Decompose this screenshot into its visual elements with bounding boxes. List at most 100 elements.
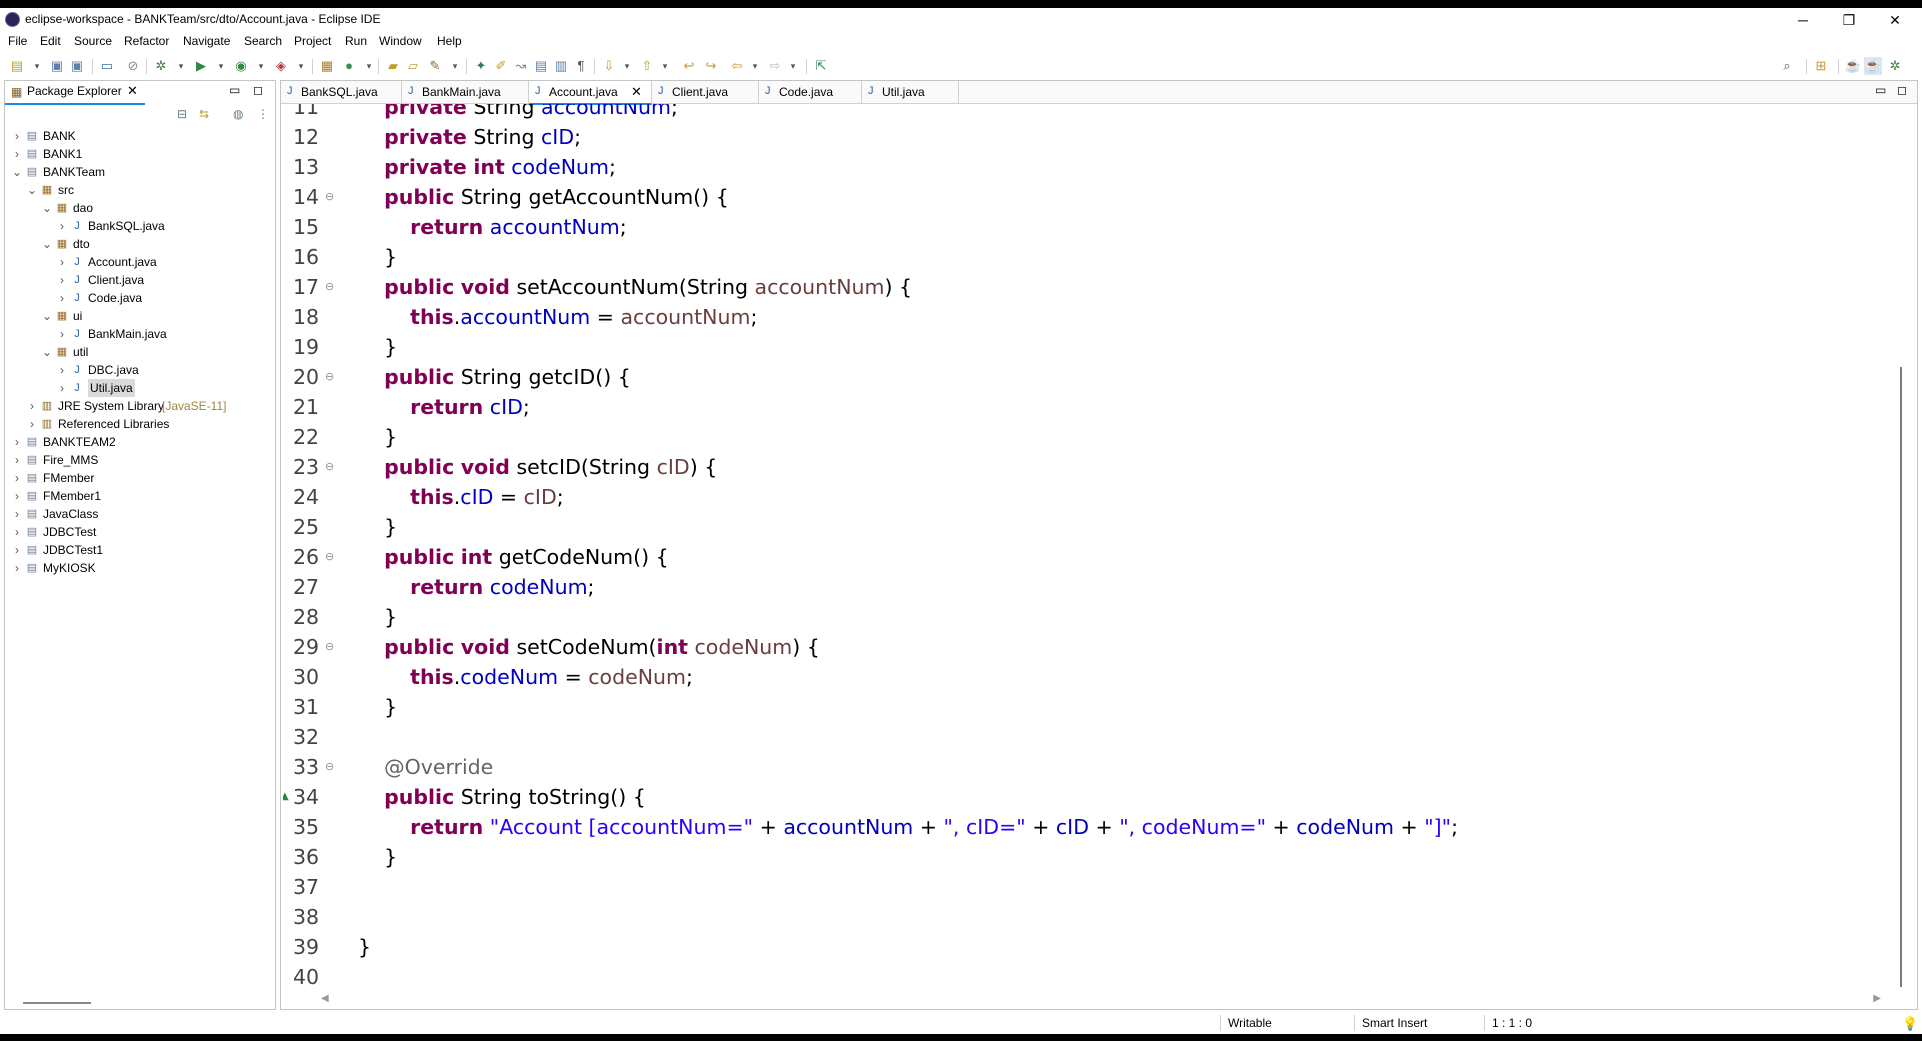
toggle-block-selection-icon[interactable]: ▤ (532, 57, 550, 75)
chevron-right-icon[interactable]: › (56, 325, 68, 343)
tree-item[interactable]: › J Util.java (5, 379, 275, 397)
chevron-down-icon[interactable]: ▾ (618, 57, 636, 75)
fold-toggle-icon[interactable]: ⊖ (325, 632, 334, 662)
lightbulb-icon[interactable]: 💡 (1902, 1016, 1918, 1032)
maximize-icon[interactable]: ◻ (253, 83, 263, 97)
chevron-down-icon[interactable]: ▾ (446, 57, 464, 75)
chevron-right-icon[interactable]: › (26, 415, 38, 433)
chevron-right-icon[interactable]: › (11, 523, 23, 541)
minimize-icon[interactable]: ▭ (229, 83, 240, 97)
chevron-right-icon[interactable]: › (56, 379, 68, 397)
java-perspective-icon[interactable]: ☕ (1864, 57, 1882, 75)
chevron-down-icon[interactable]: ⌄ (26, 181, 38, 199)
scroll-right-icon[interactable]: ▶ (1873, 993, 1881, 1004)
tab-client[interactable]: J Client.java (652, 81, 759, 103)
toggle-mark-occurrences-icon[interactable]: ✦ (472, 57, 490, 75)
fold-toggle-icon[interactable]: ⊖ (325, 362, 334, 392)
chevron-down-icon[interactable]: ▾ (360, 57, 378, 75)
chevron-right-icon[interactable]: › (11, 145, 23, 163)
tree-item[interactable]: › ▤ FMember1 (5, 487, 275, 505)
toggle-highlight-icon[interactable]: ✐ (492, 57, 510, 75)
forward-edit-icon[interactable]: ↪ (702, 57, 720, 75)
search-icon[interactable]: ⌕ (1778, 57, 1796, 75)
tree-item[interactable]: › ▤ JDBCTest1 (5, 541, 275, 559)
chevron-right-icon[interactable]: › (11, 127, 23, 145)
close-icon[interactable]: ✕ (631, 84, 642, 100)
chevron-down-icon[interactable]: ⌄ (41, 235, 53, 253)
chevron-down-icon[interactable]: ⌄ (41, 343, 53, 361)
fold-toggle-icon[interactable]: ⊖ (325, 542, 334, 572)
new-java-class-icon[interactable]: ● (340, 57, 358, 75)
show-whitespace-icon[interactable]: ¶ (572, 57, 590, 75)
chevron-down-icon[interactable]: ▾ (656, 57, 674, 75)
previous-annotation-icon[interactable]: ⇧ (638, 57, 656, 75)
search-tool-icon[interactable]: ✎ (426, 57, 444, 75)
menu-help[interactable]: Help (437, 34, 462, 48)
chevron-right-icon[interactable]: › (11, 469, 23, 487)
java-ee-perspective-icon[interactable]: ☕ (1844, 57, 1862, 75)
menu-refactor[interactable]: Refactor (124, 34, 169, 48)
menu-window[interactable]: Window (379, 34, 422, 48)
tree-item[interactable]: ⌄ ▦ src (5, 181, 275, 199)
editor-horizontal-scrollbar[interactable]: ◀ ▶ (321, 993, 1881, 1007)
tree-item[interactable]: › J DBC.java (5, 361, 275, 379)
chevron-right-icon[interactable]: › (56, 217, 68, 235)
chevron-right-icon[interactable]: › (56, 289, 68, 307)
tree-item[interactable]: › J Account.java (5, 253, 275, 271)
tree-item[interactable]: › J BankMain.java (5, 325, 275, 343)
tree-item[interactable]: › ▥ Referenced Libraries (5, 415, 275, 433)
chevron-right-icon[interactable]: › (11, 433, 23, 451)
tree-item[interactable]: › ▤ BANK (5, 127, 275, 145)
link-with-editor-icon[interactable]: ⇆ (199, 107, 209, 121)
tab-bankmain[interactable]: J BankMain.java (402, 81, 529, 103)
skip-breakpoints-icon[interactable]: ⊘ (124, 57, 142, 75)
chevron-down-icon[interactable]: ⌄ (41, 199, 53, 217)
chevron-right-icon[interactable]: › (56, 361, 68, 379)
maximize-button[interactable]: ❐ (1826, 10, 1872, 30)
debug-perspective-icon[interactable]: ✲ (1886, 57, 1904, 75)
chevron-right-icon[interactable]: › (11, 541, 23, 559)
focus-on-active-task-icon[interactable]: ◍ (233, 107, 243, 121)
tree-item[interactable]: › ▤ BANKTEAM2 (5, 433, 275, 451)
close-icon[interactable]: ✕ (127, 83, 138, 99)
tree-item[interactable]: ⌄ ▤ BANKTeam (5, 163, 275, 181)
tree-item[interactable]: › ▤ MyKIOSK (5, 559, 275, 577)
chevron-down-icon[interactable]: ▾ (172, 57, 190, 75)
next-annotation-icon[interactable]: ⇩ (600, 57, 618, 75)
tree-item[interactable]: › ▤ JDBCTest (5, 523, 275, 541)
scrollbar-thumb[interactable] (1900, 367, 1902, 987)
tab-account[interactable]: J Account.java ✕ (529, 81, 652, 105)
tree-item[interactable]: ⌄ ▦ util (5, 343, 275, 361)
chevron-down-icon[interactable]: ▾ (252, 57, 270, 75)
forward-icon[interactable]: ⇨ (766, 57, 784, 75)
menu-run[interactable]: Run (345, 34, 367, 48)
minimize-icon[interactable]: ▭ (1875, 83, 1886, 97)
maximize-icon[interactable]: ◻ (1897, 83, 1907, 97)
tree-item[interactable]: › ▤ JavaClass (5, 505, 275, 523)
pin-editor-icon[interactable]: ⇱ (812, 57, 830, 75)
chevron-down-icon[interactable]: ⌄ (41, 307, 53, 325)
save-all-icon[interactable]: ▣ (68, 57, 86, 75)
tree-item[interactable]: › ▥ JRE System Library [JavaSE-11] (5, 397, 275, 415)
chevron-down-icon[interactable]: ▾ (292, 57, 310, 75)
chevron-right-icon[interactable]: › (11, 451, 23, 469)
tab-code[interactable]: J Code.java (759, 81, 862, 103)
toggle-word-wrap-icon[interactable]: ▥ (552, 57, 570, 75)
terminal-icon[interactable]: ▭ (98, 57, 116, 75)
tree-item[interactable]: › J Client.java (5, 271, 275, 289)
menu-file[interactable]: File (8, 34, 27, 48)
chevron-right-icon[interactable]: › (11, 559, 23, 577)
collapse-all-icon[interactable]: ⊟ (177, 107, 187, 121)
back-icon[interactable]: ⇦ (728, 57, 746, 75)
tree-item[interactable]: › ▤ BANK1 (5, 145, 275, 163)
code-editor[interactable]: 11 private String accountNum; 12 private … (283, 104, 1883, 994)
tree-item[interactable]: ⌄ ▦ dao (5, 199, 275, 217)
chevron-down-icon[interactable]: ▾ (784, 57, 802, 75)
external-tools-icon[interactable]: ◈ (272, 57, 290, 75)
fold-toggle-icon[interactable]: ⊖ (325, 452, 334, 482)
coverage-icon[interactable]: ◉ (232, 57, 250, 75)
save-icon[interactable]: ▣ (48, 57, 66, 75)
minimize-button[interactable]: ─ (1780, 10, 1826, 30)
view-menu-icon[interactable]: ⋮ (257, 107, 269, 121)
chevron-right-icon[interactable]: › (56, 253, 68, 271)
